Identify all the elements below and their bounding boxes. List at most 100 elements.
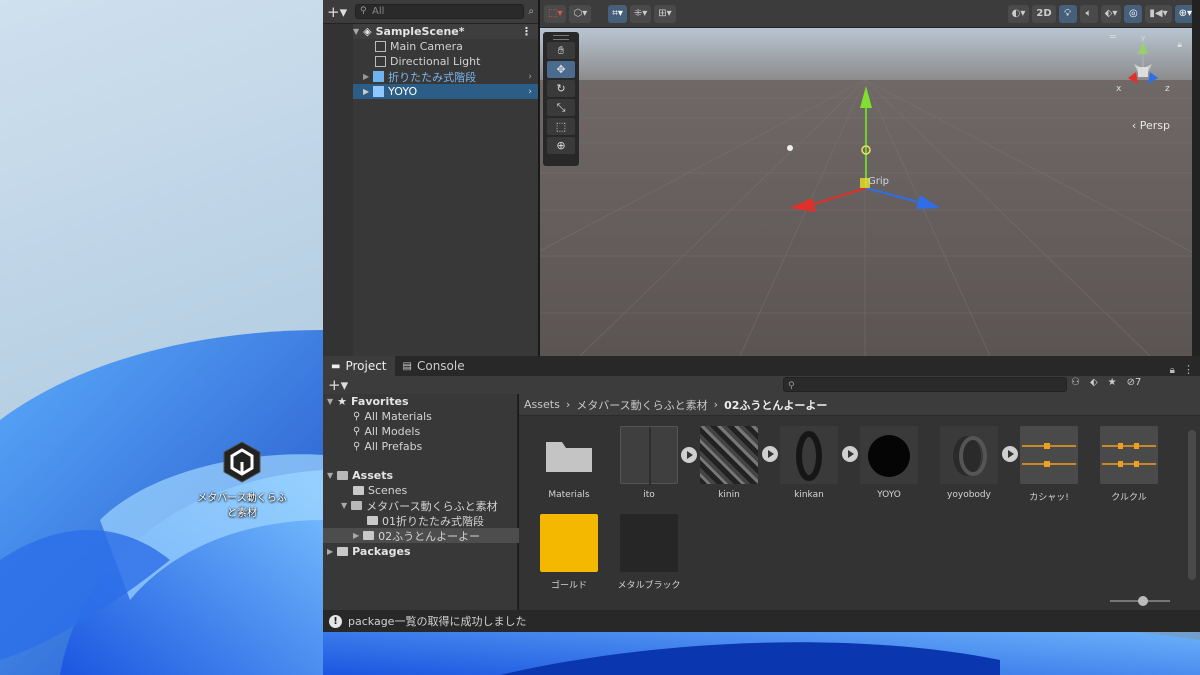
folder-item[interactable]: 01折りたたみ式階段 — [367, 513, 484, 528]
folder-item-label: 01折りたたみ式階段 — [382, 514, 484, 528]
lock-icon[interactable]: 🔒︎ — [1170, 365, 1175, 376]
pivot-button[interactable]: ⬡▾ — [569, 4, 592, 23]
gizmo-tool-button[interactable]: ⬚▾ — [544, 4, 567, 23]
unity-icon — [223, 441, 261, 483]
asset-tile[interactable]: カシャッ! — [1009, 426, 1089, 503]
favorite-item[interactable]: ⚲ All Prefabs — [353, 439, 422, 454]
unity-editor-window: +▾ ⚲ All ⌕ ▼ ◈ SampleScene* ⋮ Main Camer… — [323, 0, 1200, 632]
status-bar[interactable]: ! package一覧の取得に成功しました — [323, 610, 1200, 632]
search-by-label-icon[interactable]: ⬖ — [1090, 377, 1098, 388]
asset-tile[interactable]: ゴールド — [529, 514, 609, 591]
packages-header[interactable]: ▶ Packages — [327, 544, 411, 559]
search-icon: ⚲ — [353, 441, 361, 452]
favorite-star-icon[interactable]: ★ — [1108, 377, 1117, 388]
shading-mode-button[interactable]: ◐▾ — [1007, 4, 1030, 23]
lighting-toggle-icon[interactable]: 💡︎ — [1058, 4, 1077, 23]
asset-tile[interactable]: kinin — [689, 426, 778, 500]
project-search[interactable]: ⚲ — [783, 377, 1067, 392]
effects-dropdown-icon[interactable]: ⬖▾ — [1100, 4, 1122, 23]
foldout-open-icon[interactable]: ▼ — [341, 501, 347, 510]
foldout-closed-icon[interactable]: ▶ — [363, 72, 369, 81]
foldout-closed-icon[interactable]: ▶ — [353, 531, 359, 540]
tab-project[interactable]: ▬ Project — [323, 356, 395, 376]
foldout-open-icon[interactable]: ▼ — [327, 471, 333, 480]
asset-tile[interactable]: kinkan — [769, 426, 858, 500]
transform-tool-icon[interactable]: ⊕ — [547, 137, 575, 154]
hand-tool-icon[interactable]: ✋︎ — [547, 42, 575, 59]
favorite-item[interactable]: ⚲ All Materials — [353, 409, 432, 424]
asset-tile[interactable]: YOYO — [849, 426, 929, 500]
material-thumbnail — [540, 514, 598, 572]
asset-tile[interactable]: メタルブラック — [609, 514, 689, 591]
scene-viewport[interactable]: Grip ✋︎ ✥ ↻ ⤡ ⬚ ⊕ x y z ═ 🔒︎ ‹ Persp — [540, 28, 1200, 356]
breadcrumb-item[interactable]: メタバース動くらふと素材 — [576, 397, 707, 413]
lock-icon[interactable]: 🔒︎ — [1177, 40, 1182, 50]
folder-item[interactable]: Scenes — [353, 483, 407, 498]
grid-snap-button[interactable]: ⌗▾ — [608, 4, 627, 23]
scene-menu-icon[interactable]: ⋮ — [521, 25, 532, 38]
scene-root-row[interactable]: ▼ ◈ SampleScene* ⋮ — [353, 24, 538, 39]
scale-tool-icon[interactable]: ⤡ — [547, 99, 575, 116]
thumbnail-size-slider[interactable] — [1110, 596, 1170, 606]
yoyobody-model — [953, 436, 987, 476]
hidden-objects-icon[interactable]: ◎ — [1124, 4, 1143, 23]
search-options-icon[interactable]: ⌕ — [528, 6, 534, 17]
open-prefab-arrow[interactable]: › — [528, 72, 532, 82]
breadcrumb-item-current[interactable]: 02ふうとんよーよー — [724, 397, 827, 413]
gizmo-label: Grip — [868, 176, 889, 187]
material-thumbnail — [620, 514, 678, 572]
increment-snap-button[interactable]: ⁜▾ — [629, 4, 652, 23]
asset-tile[interactable]: ito — [609, 426, 697, 500]
camera-settings-icon[interactable]: ▮◀▾ — [1145, 4, 1172, 23]
asset-tile[interactable]: クルクル — [1089, 426, 1169, 503]
create-dropdown[interactable]: +▾ — [327, 3, 351, 21]
hierarchy-item-yoyo[interactable]: ▶ YOYO › — [353, 84, 538, 99]
rect-tool-icon[interactable]: ⬚ — [547, 118, 575, 135]
hierarchy-item-label: YOYO — [388, 85, 418, 98]
foldout-open-icon[interactable]: ▼ — [353, 27, 359, 36]
model-thumbnail — [780, 426, 858, 484]
projection-label[interactable]: ‹ Persp — [1132, 119, 1170, 132]
search-icon: ⚲ — [360, 6, 367, 16]
tool-palette: ✋︎ ✥ ↻ ⤡ ⬚ ⊕ — [543, 32, 579, 166]
foldout-closed-icon[interactable]: ▶ — [363, 87, 369, 96]
favorite-item[interactable]: ⚲ All Models — [353, 424, 420, 439]
audio-thumbnail — [1020, 426, 1078, 484]
orientation-gizmo[interactable]: x y z — [1108, 34, 1178, 104]
hierarchy-item-main-camera[interactable]: Main Camera — [353, 39, 538, 54]
scene-render: Grip — [540, 28, 1200, 356]
axis-z-label: z — [1165, 84, 1170, 94]
foldout-open-icon[interactable]: ▼ — [327, 397, 333, 406]
foldout-closed-icon[interactable]: ▶ — [327, 547, 333, 556]
create-asset-dropdown[interactable]: +▾ — [328, 376, 352, 394]
panel-menu-icon[interactable]: ⋮ — [1183, 363, 1194, 376]
search-by-type-icon[interactable]: ⚇ — [1071, 377, 1080, 388]
asset-tile[interactable]: Materials — [529, 426, 609, 500]
model-thumbnail — [700, 426, 778, 484]
assets-header[interactable]: ▼ Assets — [327, 468, 393, 483]
asset-name: YOYO — [877, 490, 901, 500]
folder-item-selected[interactable]: ▶ 02ふうとんよーよー — [323, 528, 519, 543]
breadcrumb-item[interactable]: Assets — [524, 398, 560, 411]
folder-icon — [546, 442, 592, 472]
hierarchy-item-folding-stairs[interactable]: ▶ 折りたたみ式階段 › — [353, 69, 538, 84]
thread-model — [649, 427, 651, 485]
align-button[interactable]: ⊞▾ — [654, 4, 676, 23]
asset-grid-scrollbar[interactable] — [1188, 430, 1196, 580]
open-prefab-arrow[interactable]: › — [528, 87, 532, 97]
desktop-shortcut[interactable]: メタバース動くらふと素材 — [196, 440, 288, 521]
rotate-tool-icon[interactable]: ↻ — [547, 80, 575, 97]
hierarchy-search[interactable]: ⚲ All — [355, 4, 525, 19]
slider-knob[interactable] — [1138, 596, 1148, 606]
palette-grip[interactable] — [553, 35, 569, 40]
favorites-header[interactable]: ▼ ★ Favorites — [327, 394, 409, 409]
hierarchy-item-directional-light[interactable]: Directional Light — [353, 54, 538, 69]
mode-2d-button[interactable]: 2D — [1032, 4, 1056, 23]
tab-console[interactable]: ▤ Console — [395, 356, 473, 376]
hidden-packages-icon[interactable]: ⊘7 — [1127, 377, 1142, 388]
asset-tile[interactable]: yoyobody — [929, 426, 1018, 500]
audio-toggle-icon[interactable]: 🔈︎ — [1079, 4, 1098, 23]
folder-item[interactable]: ▼ メタバース動くらふと素材 — [341, 498, 498, 513]
overlay-menu-icon[interactable]: ═ — [1110, 32, 1116, 43]
move-tool-icon[interactable]: ✥ — [547, 61, 575, 78]
